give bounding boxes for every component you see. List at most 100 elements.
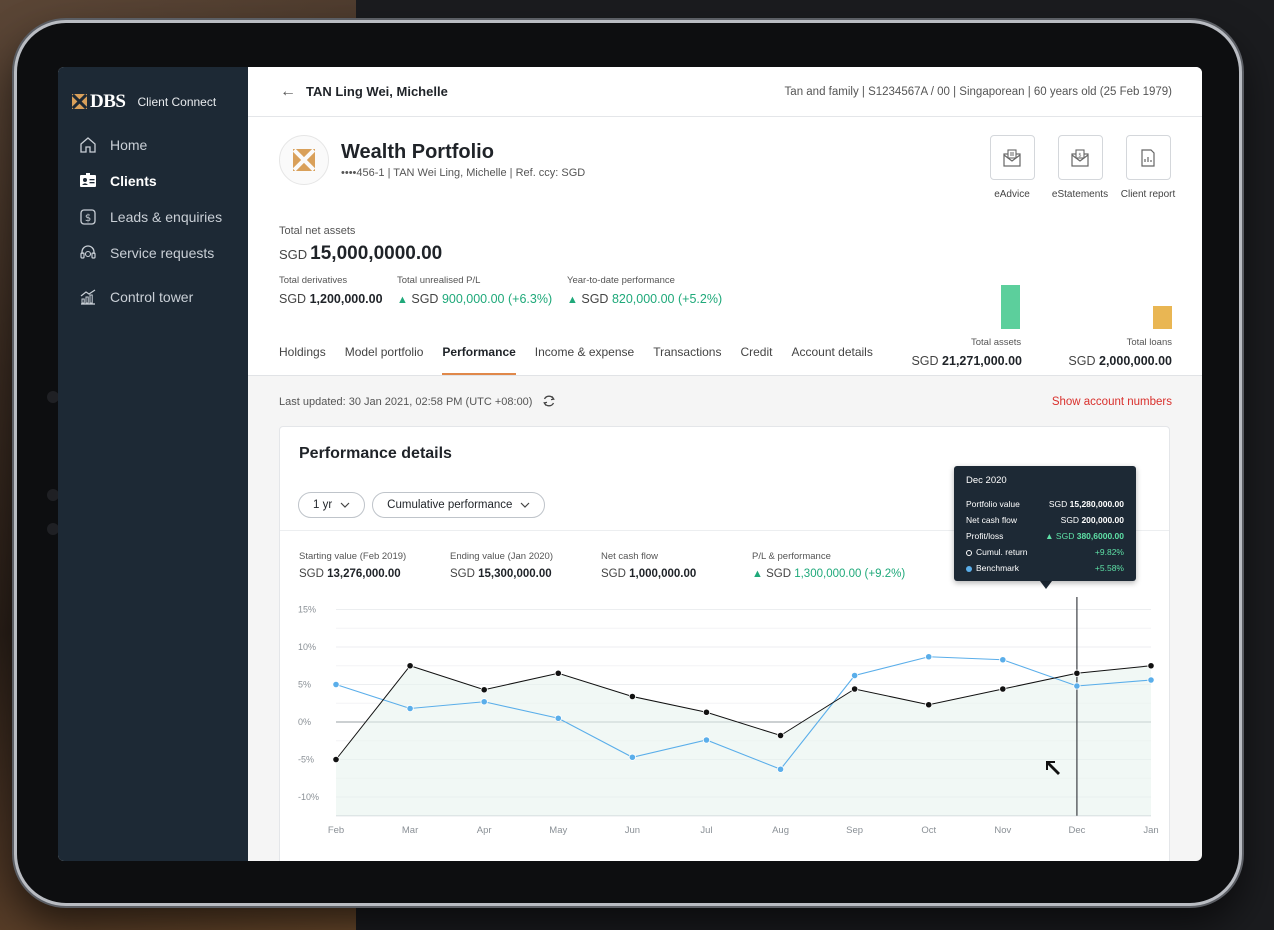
dbs-mark-icon	[293, 149, 315, 171]
tooltip-tail	[1040, 581, 1052, 589]
total-net-assets-label: Total net assets	[279, 225, 356, 237]
stat-net-cash-flow: Net cash flow SGD 1,000,000.00	[601, 551, 697, 580]
dbs-logo: DBS	[72, 91, 126, 113]
stat-ending-value: Ending value (Jan 2020) SGD 15,300,000.0…	[450, 551, 553, 580]
sidebar-item-label: Leads & enquiries	[110, 209, 223, 225]
x-tick-label: Apr	[477, 825, 492, 836]
eadvice-button[interactable]: eAdvice	[988, 135, 1036, 201]
total-loans-label: Total loans	[1126, 337, 1172, 348]
up-triangle-icon: ▲	[397, 294, 408, 306]
eadvice-label: eAdvice	[994, 189, 1030, 200]
tab-performance[interactable]: Performance	[442, 345, 516, 375]
total-assets-value: SGD 21,271,000.00	[911, 354, 1022, 368]
brand-subtitle: Client Connect	[137, 94, 217, 109]
metric-total-derivatives: Total derivatives SGD 1,200,000.00	[279, 275, 383, 306]
total-net-assets-value: SGD 15,000,0000.00	[279, 243, 443, 264]
total-assets-bar	[1001, 285, 1020, 329]
tab-transactions[interactable]: Transactions	[653, 345, 721, 375]
portfolio-title: Wealth Portfolio	[341, 141, 494, 163]
x-tick-label: Jun	[625, 825, 640, 836]
data-point-benchmark	[1147, 676, 1155, 684]
sidebar-item-control-tower[interactable]: Control tower	[58, 279, 248, 315]
headset-icon	[78, 243, 98, 263]
period-dropdown[interactable]: 1 yr	[298, 492, 366, 518]
sidebar-item-label: Control tower	[110, 289, 194, 305]
performance-title: Performance details	[299, 445, 452, 462]
mouse-pointer-icon	[1044, 759, 1060, 782]
data-point-cumul-return	[480, 686, 488, 694]
data-point-benchmark	[925, 653, 933, 661]
x-tick-label: Sep	[846, 825, 863, 836]
portfolio-subtitle: ••••456-1 | TAN Wei Ling, Michelle | Ref…	[341, 167, 586, 179]
client-name: TAN Ling Wei, Michelle	[306, 84, 448, 99]
x-tick-label: Jan	[1143, 825, 1158, 836]
client-report-label: Client report	[1120, 189, 1176, 200]
data-point-cumul-return	[999, 685, 1007, 693]
y-tick-label: -10%	[298, 792, 319, 802]
data-point-benchmark	[999, 656, 1007, 664]
sidebar-nav: Home Clients $ Leads & enquiries Service…	[58, 127, 248, 315]
envelope-doc-icon	[1003, 148, 1021, 167]
up-triangle-icon: ▲	[1045, 531, 1054, 541]
client-report-button[interactable]: Client report	[1121, 135, 1175, 201]
data-point-benchmark	[554, 714, 562, 722]
data-point-benchmark	[480, 698, 488, 706]
data-point-benchmark	[332, 680, 340, 689]
y-tick-label: 15%	[298, 605, 316, 615]
tooltip-row-profit-loss: Profit/loss ▲ SGD 380,6000.00	[966, 531, 1124, 541]
document-actions: eAdvice $ eStatements Client report	[988, 135, 1175, 201]
data-point-cumul-return	[628, 692, 636, 701]
tab-model-portfolio[interactable]: Model portfolio	[345, 345, 424, 375]
sidebar-item-home[interactable]: Home	[58, 127, 248, 163]
return-area	[336, 665, 1151, 816]
x-tick-label: Nov	[994, 825, 1011, 836]
up-triangle-icon: ▲	[567, 294, 578, 306]
data-point-cumul-return	[925, 701, 933, 709]
stat-pl-performance: P/L & performance ▲ SGD 1,300,000.00 (+9…	[752, 551, 906, 580]
sidebar-item-leads[interactable]: $ Leads & enquiries	[58, 199, 248, 235]
x-tick-label: May	[549, 825, 567, 836]
sidebar-item-service[interactable]: Service requests	[58, 235, 248, 271]
tooltip-row-cumul-return: Cumul. return +9.82%	[966, 544, 1124, 560]
client-meta: Tan and family | S1234567A / 00 | Singap…	[784, 85, 1172, 98]
performance-chart[interactable]: 15% 10% 5% 0% -5% -10% Feb Mar Apr May Jun Jul Aug Se…	[280, 597, 1169, 861]
sidebar: DBS Client Connect Home Clients $ Leads …	[58, 67, 248, 861]
tooltip-row-portfolio-value: Portfolio value SGD 15,280,000.00	[966, 499, 1124, 509]
tab-holdings[interactable]: Holdings	[279, 345, 326, 375]
x-tick-label: Aug	[772, 825, 789, 836]
chevron-down-icon	[340, 502, 350, 508]
chart-growth-icon	[78, 287, 98, 307]
mode-dropdown[interactable]: Cumulative performance	[372, 492, 546, 518]
data-point-cumul-return	[776, 731, 785, 740]
performance-stats: Starting value (Feb 2019) SGD 13,276,000…	[299, 551, 906, 580]
brand: DBS Client Connect	[58, 67, 248, 119]
chevron-down-icon	[521, 502, 530, 508]
dollar-tag-icon: $	[78, 207, 98, 227]
sidebar-item-label: Clients	[110, 173, 157, 189]
portfolio-summary: Wealth Portfolio ••••456-1 | TAN Wei Lin…	[248, 117, 1202, 376]
sidebar-item-label: Service requests	[110, 245, 215, 261]
tab-credit[interactable]: Credit	[740, 345, 772, 375]
refresh-icon[interactable]	[542, 394, 556, 411]
data-point-cumul-return	[406, 662, 414, 670]
data-point-cumul-return	[1147, 662, 1155, 670]
sidebar-item-clients[interactable]: Clients	[58, 163, 248, 199]
show-account-numbers-link[interactable]: Show account numbers	[1052, 396, 1172, 408]
chart-tooltip: Dec 2020 Portfolio value SGD 15,280,000.…	[954, 466, 1136, 581]
data-point-cumul-return	[554, 669, 562, 677]
tab-income-expense[interactable]: Income & expense	[535, 345, 634, 375]
hollow-dot-icon	[966, 549, 972, 556]
back-arrow-icon[interactable]: ←	[280, 83, 296, 101]
portfolio-avatar	[279, 135, 329, 185]
total-loans-bar	[1153, 306, 1172, 329]
portfolio-tabs: Holdings Model portfolio Performance Inc…	[279, 345, 873, 375]
y-tick-label: 5%	[298, 680, 311, 690]
home-icon	[78, 135, 98, 155]
tooltip-title: Dec 2020	[966, 475, 1007, 486]
estatements-button[interactable]: $ eStatements	[1052, 135, 1108, 201]
tab-account-details[interactable]: Account details	[791, 345, 872, 375]
metric-unrealised-pl: Total unrealised P/L ▲ SGD 900,000.00 (+…	[397, 275, 553, 306]
blue-dot-icon	[966, 565, 972, 572]
x-tick-label: Mar	[402, 825, 418, 836]
app-screen: DBS Client Connect Home Clients $ Leads …	[58, 67, 1202, 861]
